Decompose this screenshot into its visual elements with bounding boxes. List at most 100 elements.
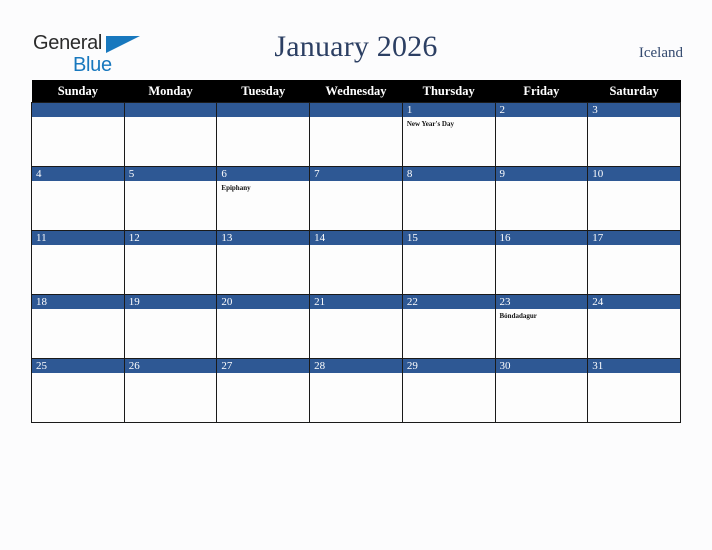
day-number: 7 (310, 167, 402, 181)
calendar-week-row: 11 12 13 14 15 16 17 (31, 230, 681, 295)
calendar-day-cell[interactable]: 11 (31, 230, 125, 295)
day-events (588, 309, 680, 312)
calendar-day-cell[interactable]: 19 (123, 294, 218, 359)
calendar-day-cell[interactable]: 29 (401, 358, 496, 423)
day-events (32, 117, 124, 120)
calendar-page: General Blue January 2026 Iceland Sunday… (0, 0, 712, 550)
day-number (124, 103, 217, 117)
calendar-empty-cell (309, 102, 403, 167)
calendar-day-cell[interactable]: 4 (31, 166, 125, 231)
day-events (310, 117, 402, 120)
calendar-empty-cell (31, 102, 125, 167)
day-events (403, 181, 495, 184)
calendar-day-cell[interactable]: 14 (309, 230, 403, 295)
day-events (496, 117, 588, 120)
calendar-day-cell[interactable]: 20 (216, 294, 311, 359)
calendar-day-cell[interactable]: 16 (494, 230, 589, 295)
weekday-header-friday: Friday (495, 80, 588, 103)
calendar-table: Sunday Monday Tuesday Wednesday Thursday Frid… (31, 80, 681, 423)
calendar-day-cell[interactable]: 28 (309, 358, 403, 423)
day-events: Bóndadagur (496, 309, 588, 321)
day-number: 10 (588, 167, 680, 181)
calendar-day-cell[interactable]: 6 Epiphany (216, 166, 311, 231)
calendar-day-cell[interactable]: 23 Bóndadagur (494, 294, 589, 359)
weekday-header-tuesday: Tuesday (216, 80, 310, 103)
weekday-header-thursday: Thursday (402, 80, 496, 103)
calendar-body: 1 New Year's Day 2 3 4 5 6 Epiphany 7 8 9 10 11 12 13 1… (31, 102, 681, 423)
calendar-day-cell[interactable]: 2 (494, 102, 589, 167)
day-number: 17 (588, 231, 680, 245)
day-number: 26 (124, 359, 217, 373)
calendar-day-cell[interactable]: 15 (401, 230, 496, 295)
calendar-day-cell[interactable]: 24 (587, 294, 681, 359)
day-events (217, 309, 309, 312)
calendar-day-cell[interactable]: 12 (123, 230, 218, 295)
day-events (32, 309, 124, 312)
calendar-day-cell[interactable]: 30 (494, 358, 589, 423)
page-header: General Blue January 2026 Iceland (0, 0, 712, 80)
day-events (496, 245, 588, 248)
day-number: 13 (217, 231, 310, 245)
day-number (32, 103, 124, 117)
day-events (310, 373, 402, 376)
calendar-day-cell[interactable]: 21 (309, 294, 403, 359)
day-events (403, 373, 495, 376)
holiday-label: Epiphany (221, 184, 251, 192)
calendar-day-cell[interactable]: 18 (31, 294, 125, 359)
day-number: 15 (402, 231, 495, 245)
day-number: 24 (588, 295, 680, 309)
day-events (310, 181, 402, 184)
day-events (32, 181, 124, 184)
day-events (403, 309, 495, 312)
day-events (588, 181, 680, 184)
day-number: 8 (402, 167, 495, 181)
day-events (125, 373, 217, 376)
weekday-header-sunday: Sunday (31, 80, 125, 103)
day-number: 31 (588, 359, 680, 373)
calendar-day-cell[interactable]: 9 (494, 166, 589, 231)
day-events (588, 373, 680, 376)
day-number: 12 (124, 231, 217, 245)
weekday-header-monday: Monday (124, 80, 217, 103)
weekday-header-saturday: Saturday (587, 80, 681, 103)
calendar-day-cell[interactable]: 3 (587, 102, 681, 167)
day-number: 28 (310, 359, 402, 373)
day-number: 2 (495, 103, 588, 117)
day-events (125, 117, 217, 120)
country-label: Iceland (638, 45, 683, 61)
calendar-header-row: Sunday Monday Tuesday Wednesday Thursday Frid… (31, 80, 681, 103)
day-events: Epiphany (217, 181, 309, 193)
calendar-day-cell[interactable]: 17 (587, 230, 681, 295)
calendar-day-cell[interactable]: 26 (123, 358, 218, 423)
calendar-week-row: 1 New Year's Day 2 3 (31, 102, 681, 167)
calendar-grid: Sunday Monday Tuesday Wednesday Thursday Frid… (31, 80, 681, 423)
calendar-day-cell[interactable]: 22 (401, 294, 496, 359)
calendar-day-cell[interactable]: 10 (587, 166, 681, 231)
calendar-day-cell[interactable]: 27 (216, 358, 311, 423)
day-events (588, 117, 680, 120)
calendar-day-cell[interactable]: 5 (123, 166, 218, 231)
calendar-day-cell[interactable]: 31 (587, 358, 681, 423)
day-events (217, 117, 309, 120)
calendar-day-cell[interactable]: 13 (216, 230, 311, 295)
calendar-day-cell[interactable]: 8 (401, 166, 496, 231)
holiday-label: Bóndadagur (499, 312, 537, 320)
day-number: 19 (124, 295, 217, 309)
day-number: 30 (495, 359, 588, 373)
holiday-label: New Year's Day (406, 120, 454, 128)
day-number: 27 (217, 359, 310, 373)
calendar-day-cell[interactable]: 7 (309, 166, 403, 231)
day-number: 21 (310, 295, 402, 309)
calendar-day-cell[interactable]: 25 (31, 358, 125, 423)
day-number: 22 (402, 295, 495, 309)
day-number: 4 (32, 167, 124, 181)
day-number: 18 (32, 295, 124, 309)
day-number: 9 (495, 167, 588, 181)
day-number: 25 (32, 359, 124, 373)
day-number (217, 103, 310, 117)
day-number: 23 (495, 295, 588, 309)
day-events: New Year's Day (403, 117, 495, 129)
day-number: 6 (217, 167, 310, 181)
calendar-day-cell[interactable]: 1 New Year's Day (401, 102, 496, 167)
page-title: January 2026 (274, 30, 438, 63)
